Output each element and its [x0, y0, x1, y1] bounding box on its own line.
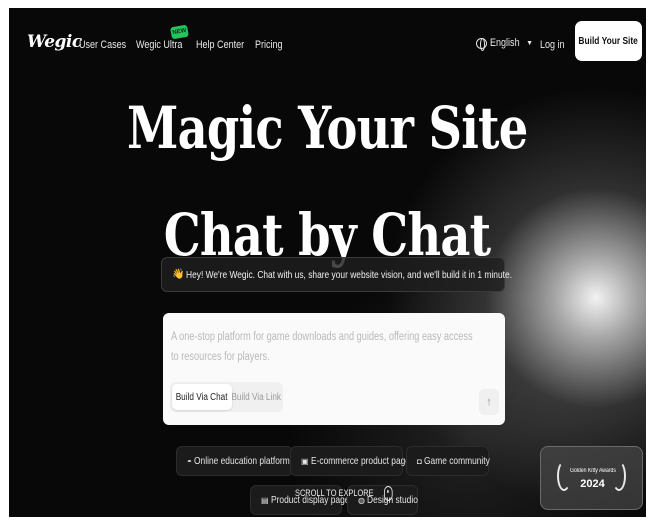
login-link[interactable]: Log in — [540, 39, 565, 51]
language-label: English — [490, 37, 520, 49]
scroll-to-explore[interactable]: SCROLL TO EXPLORE — [295, 486, 395, 501]
nav-user-cases[interactable]: User Cases — [79, 39, 126, 51]
chat-greeting-banner: 👋 Hey! We're Wegic. Chat with us, share … — [161, 257, 512, 292]
golden-kitty-award-badge[interactable]: Golden Kitty Awards 2024 — [540, 446, 643, 510]
arrow-up-icon: ↑ — [486, 396, 492, 408]
top-navigation: Wegic User Cases Wegic Ultra NEW Help Ce… — [9, 8, 646, 68]
award-year: 2024 — [580, 478, 605, 490]
nav-help-center[interactable]: Help Center — [196, 39, 244, 51]
build-mode-toggle: Build Via Chat Build Via Link — [170, 382, 283, 412]
shopping-bag-icon: ▣ — [301, 456, 309, 466]
suggestion-chip-education[interactable]: ◓ Online education platform — [176, 446, 293, 476]
box-icon: ▤ — [261, 495, 269, 505]
prompt-input[interactable]: A one-stop platform for game downloads a… — [171, 327, 475, 367]
send-button[interactable]: ↑ — [479, 389, 499, 415]
prompt-card: A one-stop platform for game downloads a… — [163, 313, 505, 425]
wegic-logo[interactable]: Wegic — [27, 32, 82, 52]
suggestion-chip-game[interactable]: ◘ Game community — [406, 446, 490, 476]
build-your-site-label: Build Your Site — [578, 35, 639, 47]
gamepad-icon: ◘ — [417, 456, 422, 466]
nav-wegic-ultra[interactable]: Wegic Ultra — [136, 39, 182, 51]
page-canvas: Wegic User Cases Wegic Ultra NEW Help Ce… — [9, 8, 646, 517]
mouse-scroll-icon — [383, 486, 393, 501]
nav-pricing[interactable]: Pricing — [255, 39, 283, 51]
award-title: Golden Kitty Awards — [569, 468, 616, 474]
waving-hand-icon: 👋 — [172, 269, 185, 280]
chat-greeting-text: Hey! We're Wegic. Chat with us, share yo… — [186, 268, 513, 281]
hero-title-line-1: Magic Your Site — [127, 94, 528, 162]
new-badge: NEW — [170, 24, 189, 40]
chevron-down-icon: ▼ — [526, 39, 534, 47]
build-via-chat-tab[interactable]: Build Via Chat — [172, 384, 232, 410]
language-selector[interactable]: English ▼ — [476, 37, 534, 51]
scroll-hint-label: SCROLL TO EXPLORE — [295, 488, 374, 499]
build-your-site-button[interactable]: Build Your Site — [575, 21, 642, 61]
graduation-cap-icon: ◓ — [187, 456, 192, 466]
suggestion-chip-ecommerce[interactable]: ▣ E-commerce product page — [290, 446, 410, 476]
build-via-link-tab[interactable]: Build Via Link — [232, 384, 282, 410]
globe-icon — [476, 37, 487, 51]
